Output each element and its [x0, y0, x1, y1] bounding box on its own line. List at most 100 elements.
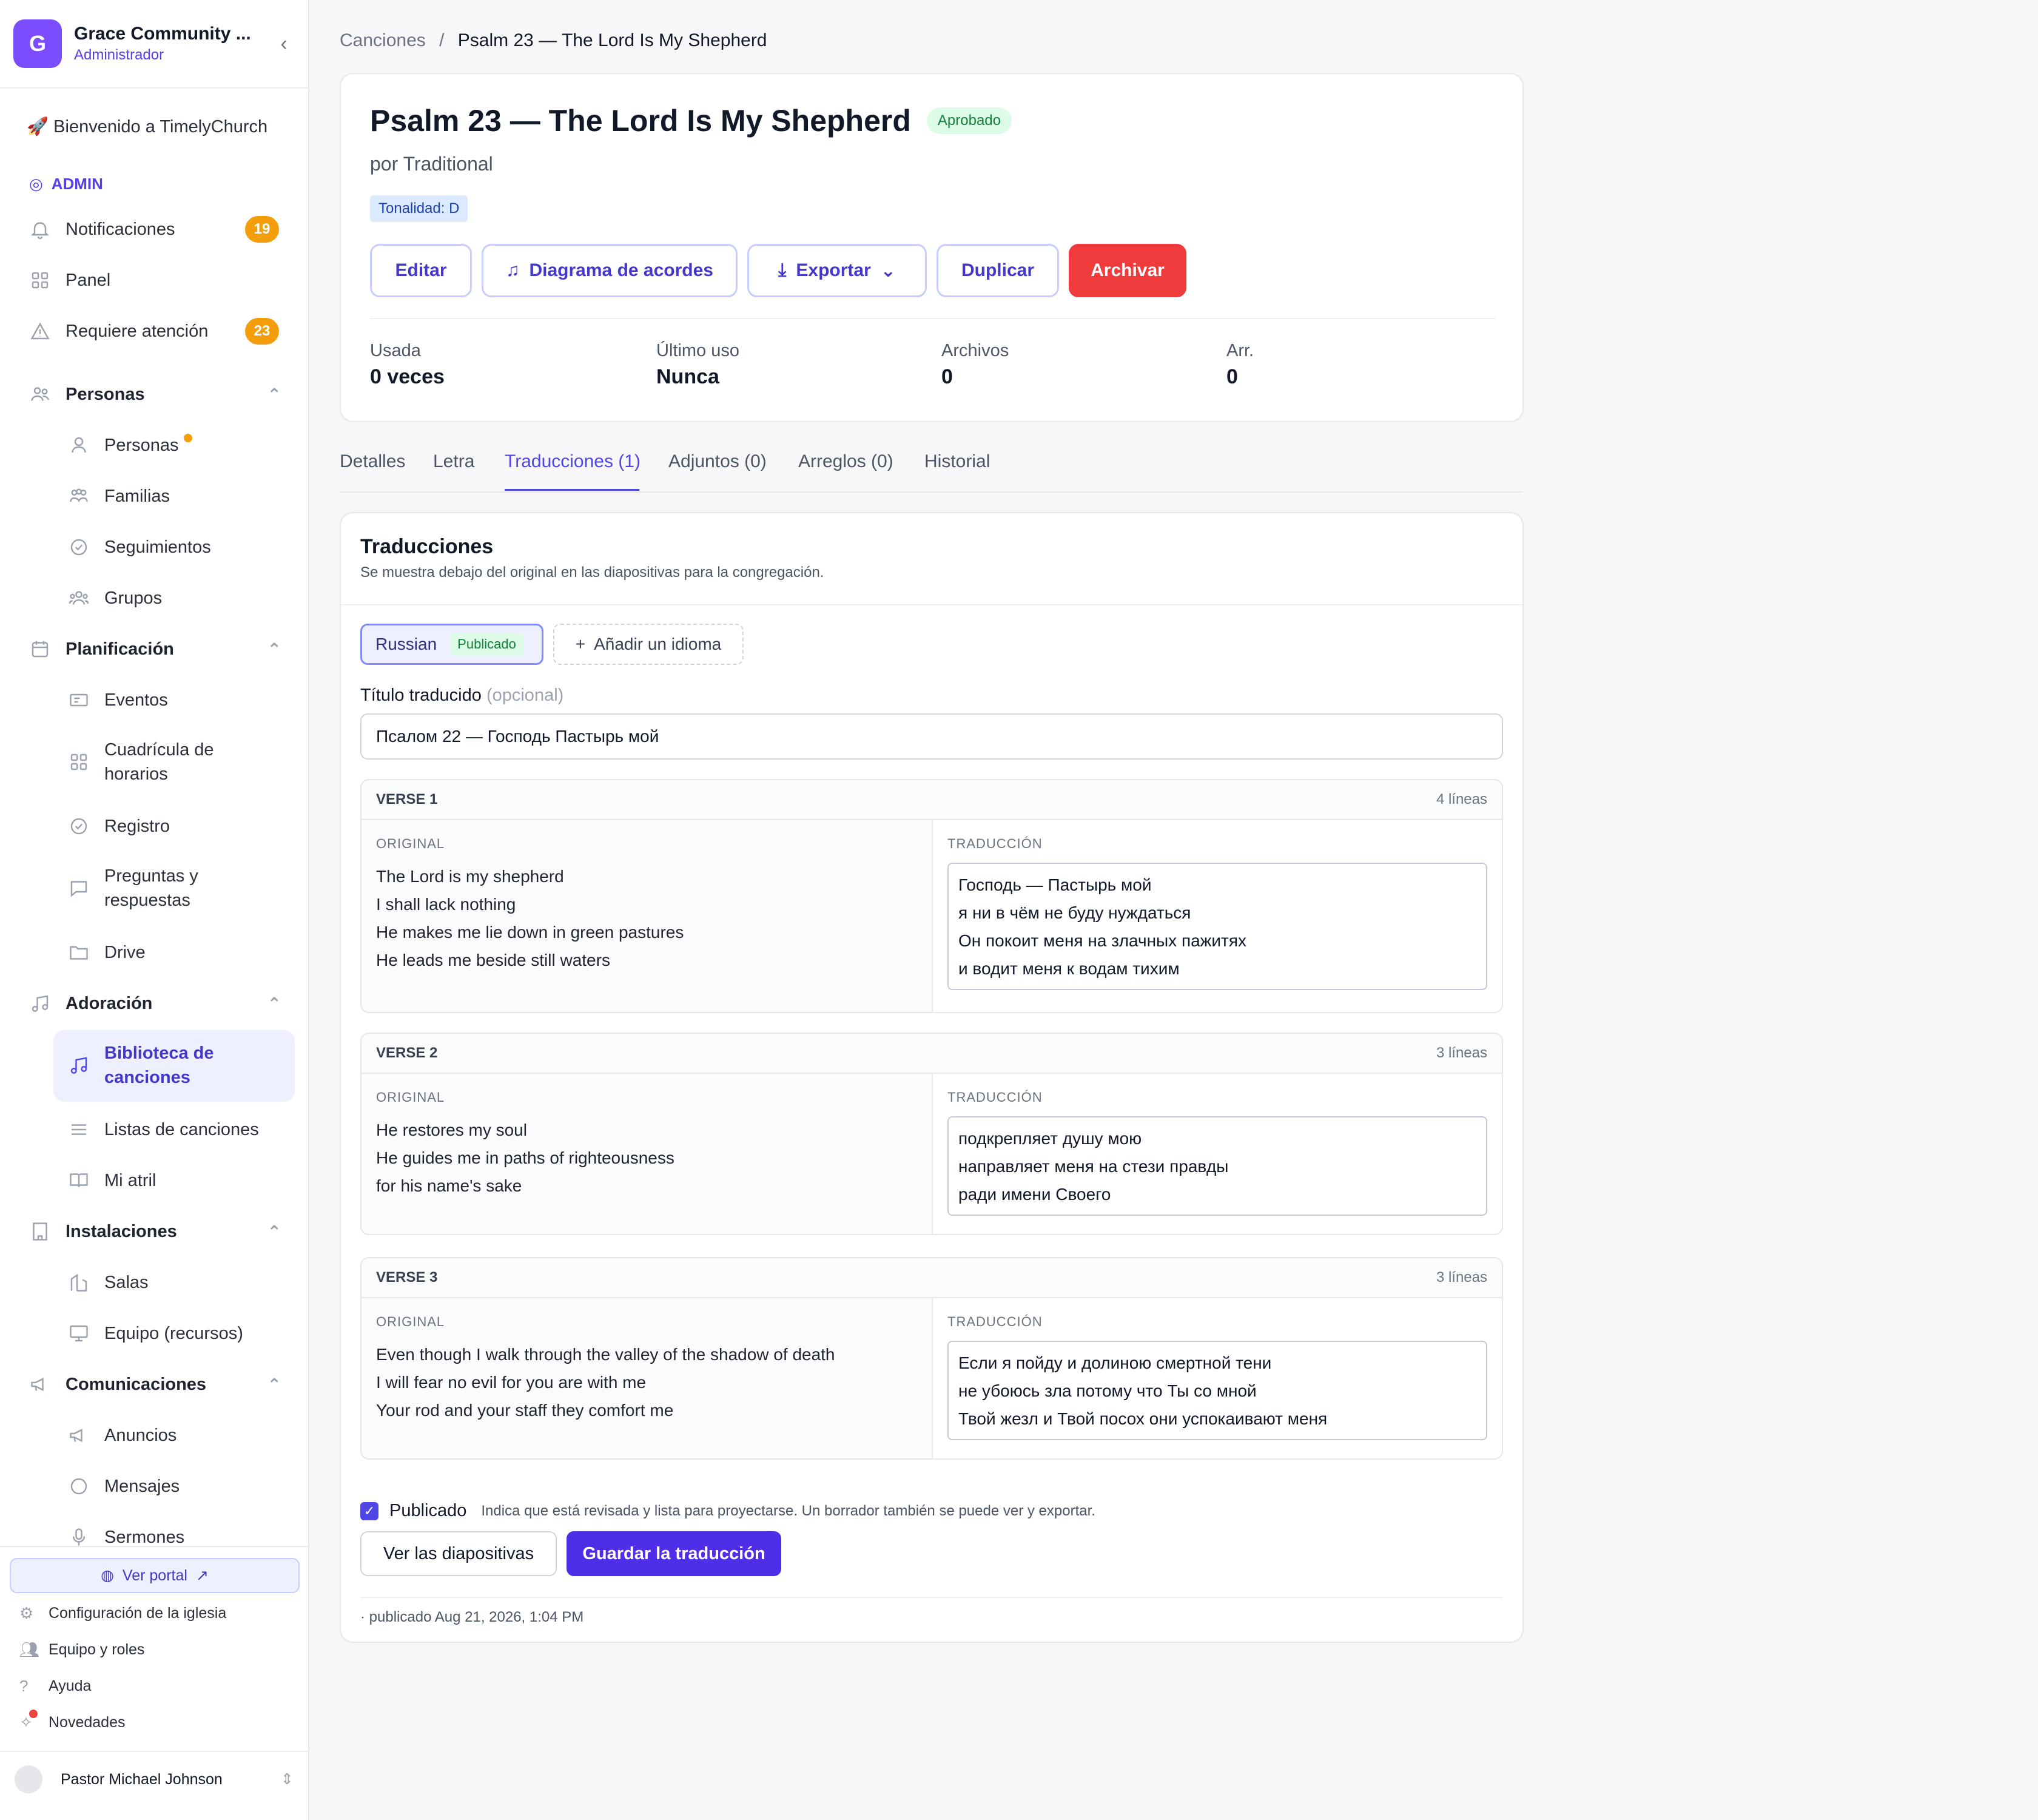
- add-language-button[interactable]: + Añadir un idioma: [553, 624, 744, 665]
- org-switcher[interactable]: G Grace Community ... Administrador ‹: [13, 18, 296, 69]
- footer-help[interactable]: ? Ayuda: [19, 1677, 91, 1696]
- sidebar-item-cuadricula[interactable]: Cuadrícula de horarios: [66, 738, 260, 786]
- user-menu[interactable]: Pastor Michael Johnson ⇕: [15, 1765, 294, 1793]
- section-personas[interactable]: Personas ⌃: [27, 381, 281, 408]
- nav-attention[interactable]: Requiere atención: [27, 318, 208, 345]
- tab-traducciones[interactable]: Traducciones (1): [505, 451, 641, 472]
- translations-title: Traducciones: [360, 535, 494, 558]
- original-label: ORIGINAL: [376, 836, 445, 851]
- translated-title-input[interactable]: Псалом 22 — Господь Пастырь мой: [360, 713, 1503, 760]
- export-button[interactable]: ⤓ Exportar ⌄: [747, 244, 927, 297]
- published-checkbox[interactable]: ✓: [360, 1502, 378, 1520]
- chevron-up-icon[interactable]: ⌃: [267, 385, 281, 405]
- view-portal-button[interactable]: ◍ Ver portal ↗: [10, 1558, 300, 1593]
- edit-button[interactable]: Editar: [370, 244, 472, 297]
- tab-adjuntos[interactable]: Adjuntos (0): [668, 451, 767, 472]
- footer-team-label: Equipo y roles: [49, 1641, 145, 1658]
- original-lyrics: Even though I walk through the valley of…: [376, 1341, 835, 1424]
- sidebar-item-familias[interactable]: Familias: [66, 483, 170, 510]
- sidebar-item-preguntas[interactable]: Preguntas y respuestas: [66, 864, 238, 912]
- translation-line: Он покоит меня на злачных пажитях: [958, 931, 1247, 950]
- translation-textarea[interactable]: Господь — Пастырь мой я ни в чём не буду…: [947, 863, 1487, 990]
- translation-textarea[interactable]: подкрепляет душу мою направляет меня на …: [947, 1116, 1487, 1216]
- nav-notifications-label: Notificaciones: [66, 219, 175, 239]
- chevron-up-icon[interactable]: ⌃: [267, 639, 281, 659]
- archive-button[interactable]: Archivar: [1069, 244, 1186, 297]
- tab-arreglos[interactable]: Arreglos (0): [798, 451, 893, 472]
- sidebar-item-mensajes[interactable]: Mensajes: [66, 1473, 180, 1500]
- tab-historial[interactable]: Historial: [924, 451, 990, 472]
- stat-arr-label: Arr.: [1226, 341, 1254, 360]
- section-personas-title: Personas: [66, 384, 145, 404]
- sidebar-item-registro[interactable]: Registro: [66, 813, 170, 840]
- view-slides-button[interactable]: Ver las diapositivas: [360, 1531, 557, 1576]
- tab-letra[interactable]: Letra: [433, 451, 474, 472]
- translation-line: я ни в чём не буду нуждаться: [958, 903, 1191, 922]
- sidebar-item-seguimientos[interactable]: Seguimientos: [66, 534, 211, 561]
- stat-arr-value: 0: [1226, 365, 1238, 388]
- sidebar-item-label: Seguimientos: [104, 537, 211, 557]
- verse-line-count: 3 líneas: [1436, 1045, 1487, 1061]
- translations-subtitle: Se muestra debajo del original en las di…: [360, 564, 824, 581]
- chevron-up-icon[interactable]: ⌃: [267, 1375, 281, 1395]
- check-circle-icon: [66, 534, 92, 561]
- footer-settings[interactable]: ⚙ Configuración de la iglesia: [19, 1604, 226, 1623]
- section-instalaciones[interactable]: Instalaciones ⌃: [27, 1218, 281, 1245]
- sidebar-item-drive[interactable]: Drive: [66, 939, 146, 966]
- chevron-up-down-icon[interactable]: ⇕: [281, 1770, 294, 1788]
- sidebar-item-equipo[interactable]: Equipo (recursos): [66, 1320, 243, 1347]
- duplicate-button[interactable]: Duplicar: [937, 244, 1059, 297]
- ticket-icon: [66, 687, 92, 713]
- sidebar-item-grupos[interactable]: Grupos: [66, 585, 162, 612]
- users-icon: 👥︎: [19, 1640, 40, 1659]
- footer-news[interactable]: ✧ Novedades: [19, 1710, 125, 1732]
- verse-line-count: 3 líneas: [1436, 1269, 1487, 1286]
- sidebar-item-salas[interactable]: Salas: [66, 1269, 149, 1296]
- nav-notifications[interactable]: Notificaciones: [27, 216, 175, 243]
- chord-chart-label: Diagrama de acordes: [529, 260, 713, 280]
- verse-line-count: 4 líneas: [1436, 791, 1487, 807]
- sidebar-item-label: Sermones: [104, 1527, 185, 1547]
- sidebar-item-label: Anuncios: [104, 1425, 177, 1445]
- sidebar-item-eventos[interactable]: Eventos: [66, 687, 168, 713]
- published-toggle[interactable]: ✓ Publicado Indica que está revisada y l…: [360, 1501, 1095, 1521]
- grid-icon: [27, 267, 53, 294]
- chat-bubble-icon: [66, 1473, 92, 1500]
- published-label: Publicado: [389, 1501, 467, 1520]
- translation-textarea[interactable]: Если я пойду и долиною смертной тени не …: [947, 1341, 1487, 1440]
- users-icon: [27, 381, 53, 408]
- sidebar-item-atril[interactable]: Mi atril: [66, 1167, 156, 1194]
- song-title-row: Psalm 23 — The Lord Is My Shepherd Aprob…: [370, 103, 1012, 138]
- attention-count-badge: 23: [245, 318, 279, 345]
- nav-panel-label: Panel: [66, 270, 111, 290]
- new-dot: [183, 434, 192, 442]
- breadcrumb-parent[interactable]: Canciones: [340, 30, 426, 50]
- tab-detalles[interactable]: Detalles: [340, 451, 405, 472]
- nav-panel[interactable]: Panel: [27, 267, 110, 294]
- translation-line: Твой жезл и Твой посох они успокаивают м…: [958, 1409, 1328, 1428]
- section-comunicaciones[interactable]: Comunicaciones ⌃: [27, 1371, 281, 1398]
- sidebar-item-label: Eventos: [104, 690, 168, 710]
- stat-used-label: Usada: [370, 341, 421, 360]
- avatar: [15, 1765, 42, 1793]
- sidebar-item-personas[interactable]: Personas: [66, 432, 192, 459]
- chevron-up-icon[interactable]: ⌃: [267, 1222, 281, 1242]
- save-translation-button[interactable]: Guardar la traducción: [567, 1531, 781, 1576]
- lyric-line: for his name's sake: [376, 1176, 522, 1195]
- section-planificacion[interactable]: Planificación ⌃: [27, 636, 281, 662]
- section-comunicaciones-title: Comunicaciones: [66, 1374, 207, 1394]
- chevron-up-icon[interactable]: ⌃: [267, 994, 281, 1014]
- welcome-link[interactable]: 🚀 Bienvenido a TimelyChurch: [27, 116, 267, 137]
- sidebar-item-biblioteca[interactable]: Biblioteca de canciones: [66, 1041, 250, 1090]
- music-note-icon: [27, 990, 53, 1017]
- collapse-sidebar-icon[interactable]: ‹: [272, 32, 296, 56]
- user-icon: [66, 432, 92, 459]
- language-tab-russian[interactable]: Russian Publicado: [360, 624, 543, 665]
- section-adoracion[interactable]: Adoración ⌃: [27, 990, 281, 1017]
- chord-chart-button[interactable]: ♫ Diagrama de acordes: [482, 244, 738, 297]
- sidebar-item-anuncios[interactable]: Anuncios: [66, 1422, 177, 1449]
- org-logo: G: [13, 19, 62, 68]
- language-status-badge: Publicado: [450, 633, 523, 656]
- sidebar-item-listas[interactable]: Listas de canciones: [66, 1116, 259, 1143]
- footer-team[interactable]: 👥︎ Equipo y roles: [19, 1640, 144, 1659]
